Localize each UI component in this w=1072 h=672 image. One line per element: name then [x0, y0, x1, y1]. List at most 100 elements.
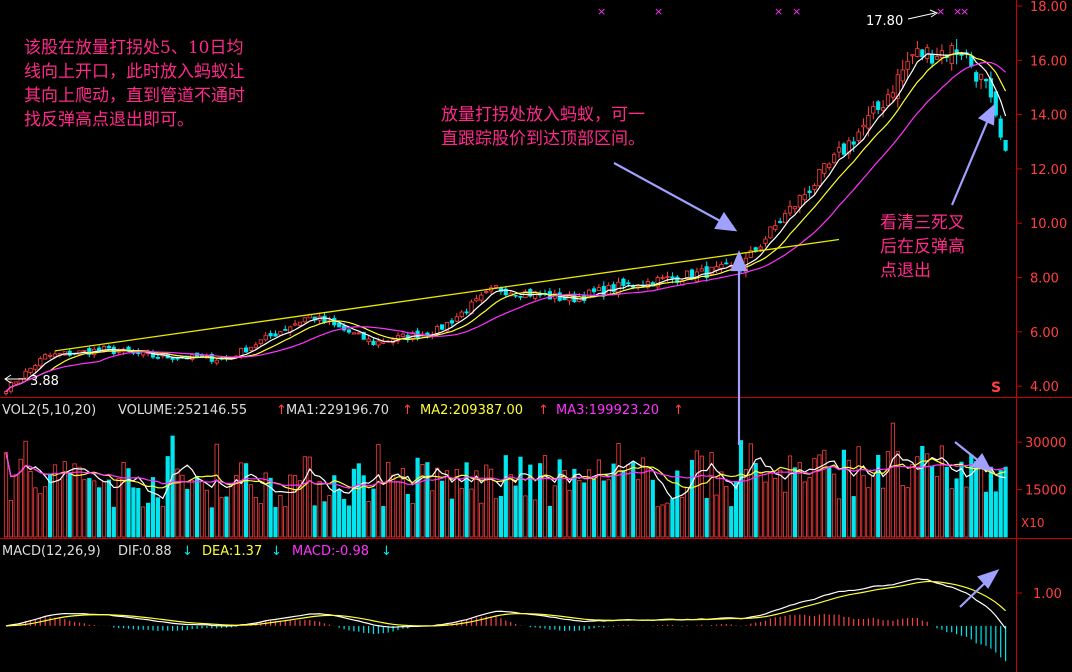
volume-bar [998, 470, 1003, 538]
volume-bar [851, 496, 856, 538]
volume-bar [518, 456, 523, 538]
volume-bar [479, 502, 484, 538]
volume-bar [591, 478, 597, 538]
candle-body [758, 246, 763, 250]
volume-tick-label: 15000 [1025, 484, 1066, 499]
volume-bar [881, 487, 886, 538]
volume-value-label: VOLUME:252146.55 [118, 403, 247, 418]
candle-body [278, 331, 283, 336]
candle-body [812, 185, 817, 190]
volume-bar [288, 474, 293, 538]
price-tick-label: 4.00 [1030, 380, 1059, 395]
candle-body [273, 333, 278, 337]
volume-bar [258, 503, 263, 538]
candle-body [243, 347, 249, 353]
volume-bar [28, 470, 33, 538]
volume-bar [650, 479, 655, 538]
candle-body [670, 276, 675, 279]
candle-body [768, 226, 773, 239]
candle-body [930, 53, 935, 64]
candle-body [97, 347, 102, 351]
volume-bar [949, 488, 954, 538]
candle-body [484, 291, 489, 293]
volume-bar [763, 481, 768, 538]
volume-bar [366, 501, 371, 538]
candle-body [822, 163, 827, 174]
volume-bar [459, 488, 464, 538]
candle-body [900, 69, 905, 82]
candle-body [464, 311, 469, 314]
volume-bar [959, 461, 964, 538]
candle-body [513, 294, 518, 297]
volume-bar [832, 473, 837, 538]
volume-bar [636, 479, 641, 538]
volume-bar [390, 474, 396, 538]
volume-bar [626, 464, 631, 538]
volume-bar [175, 468, 180, 538]
volume-bar [523, 495, 528, 538]
volume-bar [405, 493, 410, 538]
volume-bar [234, 475, 239, 538]
volume-bar [547, 505, 553, 538]
candle-body [214, 359, 219, 364]
candle-body [371, 340, 376, 345]
candle-body [792, 206, 798, 210]
volume-bar [248, 484, 254, 538]
candle-body [175, 357, 180, 360]
volume-bar [699, 455, 704, 538]
volume-bar [209, 507, 214, 538]
candle-body [67, 350, 72, 356]
candle-body [905, 60, 910, 70]
volume-bar [871, 475, 876, 538]
volume-bar [685, 487, 690, 538]
svg-text:↓: ↓ [271, 544, 282, 559]
candle-body [934, 56, 940, 60]
candle-body [297, 321, 303, 326]
volume-header: VOL2(5,10,20) VOLUME:252146.55 ↑ MA1:229… [2, 403, 684, 418]
volume-bar [680, 497, 685, 538]
volume-bar [92, 480, 97, 538]
price-tick-label: 12.00 [1030, 163, 1067, 178]
volume-bar [670, 498, 675, 538]
candle-body [449, 320, 455, 324]
volume-bar [787, 455, 793, 538]
candle-body [116, 351, 121, 353]
volume-bar [199, 481, 205, 538]
volume-bar [77, 466, 82, 538]
s-mark: S [991, 380, 1001, 396]
candle-body [699, 268, 704, 272]
volume-bar [587, 469, 592, 538]
volume-bar [964, 486, 969, 538]
candle-body [43, 354, 48, 360]
volume-bar [979, 462, 984, 538]
volume-bar [582, 482, 587, 538]
volume-bar [900, 485, 905, 538]
candle-body [856, 131, 861, 141]
svg-text:×: × [960, 5, 969, 18]
volume-bar [155, 497, 160, 538]
volume-bar [38, 493, 43, 538]
volume-bar [87, 478, 92, 538]
volume-bar [190, 479, 195, 538]
right-annotation: 看清三死叉 后在反弹高 点退出 [880, 213, 965, 281]
candle-body [337, 322, 342, 328]
macd-axis: 1.00 [1016, 587, 1062, 602]
volume-bar [655, 506, 660, 538]
signal-marks: × × × × × ×× [597, 5, 969, 18]
volume-bar [229, 484, 234, 538]
volume-bar [327, 495, 332, 538]
volume-bar [640, 457, 646, 538]
volume-bar [356, 463, 361, 538]
candle-body [866, 115, 871, 129]
volume-bar [224, 496, 229, 538]
volume-bar [724, 485, 729, 538]
volume-bar [145, 502, 151, 538]
candle-body [753, 247, 758, 252]
volume-bar [768, 472, 773, 538]
macd-header: MACD(12,26,9) DIF:0.88 ↓ DEA:1.37 ↓ MACD… [2, 544, 392, 559]
candle-body [773, 225, 778, 230]
volume-bar [508, 474, 513, 538]
volume-bar [743, 469, 749, 538]
svg-text:×: × [654, 5, 663, 18]
volume-bar [616, 443, 621, 538]
